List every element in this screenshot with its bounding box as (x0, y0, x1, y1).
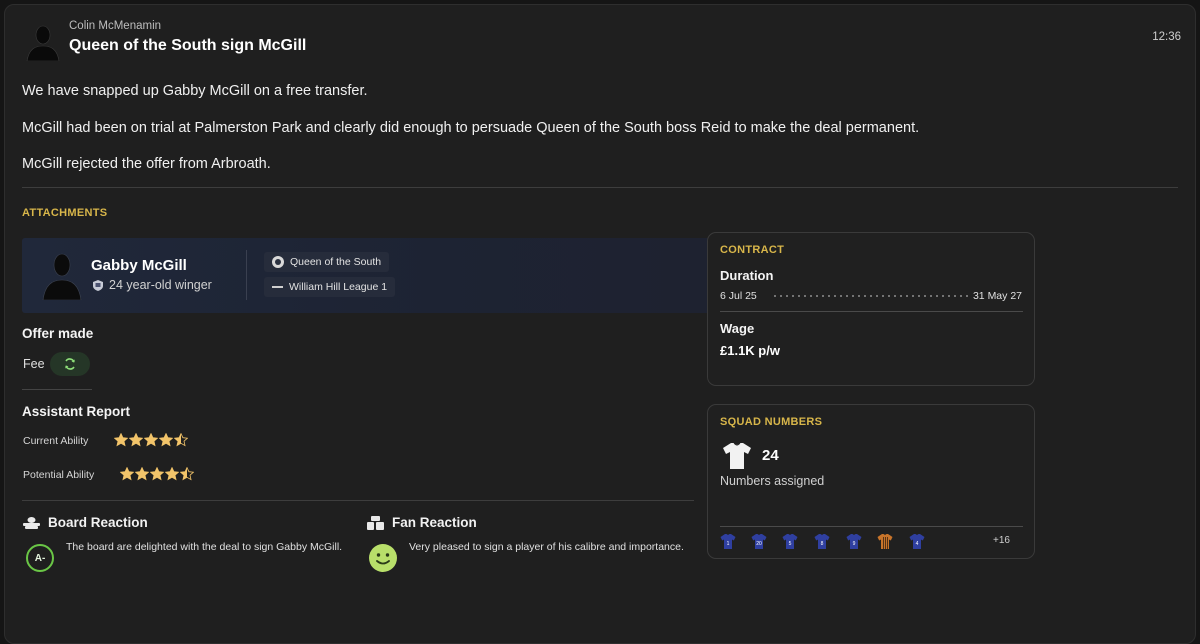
goalkeeper-shirt-icon[interactable] (877, 533, 893, 550)
person-silhouette-icon (26, 25, 60, 61)
shirt-number-list: 1 20 5 8 9 4 (720, 533, 1020, 551)
current-ability-stars (114, 433, 188, 447)
league-pill[interactable]: William Hill League 1 (264, 277, 396, 297)
league-icon (272, 286, 283, 288)
player-attachment-card[interactable]: Gabby McGill 24 year-old winger Queen of… (22, 238, 712, 313)
board-grade-badge: A- (26, 544, 54, 572)
club-badge-icon (272, 256, 284, 268)
section-divider (22, 187, 1178, 188)
squad-shirt-icon[interactable]: 5 (782, 533, 798, 550)
star-icon (165, 467, 179, 481)
assigned-squad-number: 24 (762, 447, 779, 464)
fan-reaction-heading: Fan Reaction (367, 515, 477, 530)
duration-timeline (772, 295, 970, 297)
squad-shirt-icon[interactable]: 8 (814, 533, 830, 550)
fee-label: Fee (23, 357, 45, 371)
wage-value: £1.1K p/w (720, 343, 780, 358)
squad-divider (720, 526, 1023, 527)
shirt-icon (723, 442, 751, 469)
assistant-report-title: Assistant Report (22, 404, 131, 419)
star-icon (180, 467, 194, 481)
news-paragraph: McGill had been on trial at Palmerston P… (22, 120, 920, 136)
star-icon (114, 433, 128, 447)
news-header: Colin McMenamin Queen of the South sign … (23, 19, 1193, 63)
star-icon (150, 467, 164, 481)
current-ability-label: Current Ability (23, 435, 89, 447)
more-numbers-count[interactable]: +16 (993, 535, 1010, 546)
news-sender[interactable]: Colin McMenamin (69, 20, 161, 32)
contract-heading: CONTRACT (720, 244, 785, 256)
squad-shirt-icon[interactable]: 4 (909, 533, 925, 550)
offer-divider (22, 389, 92, 390)
numbers-assigned-label: Numbers assigned (720, 474, 825, 488)
player-description: 24 year-old winger (93, 278, 212, 292)
offer-title: Offer made (22, 326, 94, 341)
club-pill[interactable]: Queen of the South (264, 252, 390, 272)
star-icon (159, 433, 173, 447)
duration-title: Duration (720, 268, 774, 283)
squad-shirt-icon[interactable]: 9 (846, 533, 862, 550)
club-name: Queen of the South (290, 256, 382, 268)
shirt-number: 5 (789, 541, 792, 547)
shield-icon (93, 279, 103, 291)
board-reaction-heading: Board Reaction (23, 515, 148, 530)
news-time: 12:36 (1152, 31, 1181, 43)
fee-badge[interactable] (50, 352, 90, 376)
contract-end-date: 31 May 27 (972, 290, 1022, 302)
board-reaction-text: The board are delighted with the deal to… (66, 541, 343, 553)
board-reaction-title: Board Reaction (48, 515, 148, 530)
squad-numbers-panel: SQUAD NUMBERS 24 Numbers assigned 1 20 5 8 9… (707, 404, 1035, 559)
refresh-icon (65, 358, 75, 370)
wage-title: Wage (720, 321, 755, 336)
shirt-number: 9 (853, 541, 856, 547)
smiley-icon (369, 544, 397, 572)
shirt-number: 1 (727, 541, 730, 547)
star-icon (120, 467, 134, 481)
news-paragraph: McGill rejected the offer from Arbroath. (22, 156, 271, 172)
contract-divider (720, 311, 1023, 312)
star-icon (129, 433, 143, 447)
star-icon (144, 433, 158, 447)
fan-reaction-text: Very pleased to sign a player of his cal… (409, 541, 684, 553)
contract-start-date: 6 Jul 25 (720, 290, 757, 302)
player-name[interactable]: Gabby McGill (91, 257, 187, 274)
star-icon (174, 433, 188, 447)
shirt-number: 8 (821, 541, 824, 547)
report-divider (22, 500, 694, 501)
news-paragraph: We have snapped up Gabby McGill on a fre… (22, 83, 368, 99)
potential-ability-stars (120, 467, 194, 481)
squad-shirt-icon[interactable]: 20 (751, 533, 767, 550)
fan-reaction-title: Fan Reaction (392, 515, 477, 530)
potential-ability-label: Potential Ability (23, 469, 95, 481)
contract-panel: CONTRACT Duration 6 Jul 25 31 May 27 Wag… (707, 232, 1035, 386)
star-icon (135, 467, 149, 481)
attachments-heading: ATTACHMENTS (22, 207, 108, 219)
board-table-icon (23, 516, 40, 529)
fans-icon (367, 515, 384, 530)
shirt-number: 20 (756, 541, 762, 547)
player-silhouette-icon (42, 253, 82, 300)
card-separator (246, 250, 247, 300)
shirt-number: 4 (916, 541, 919, 547)
squad-numbers-heading: SQUAD NUMBERS (720, 416, 823, 428)
player-age-position: 24 year-old winger (109, 278, 212, 292)
news-headline: Queen of the South sign McGill (69, 37, 307, 54)
squad-shirt-icon[interactable]: 1 (720, 533, 736, 550)
league-name: William Hill League 1 (289, 281, 388, 293)
